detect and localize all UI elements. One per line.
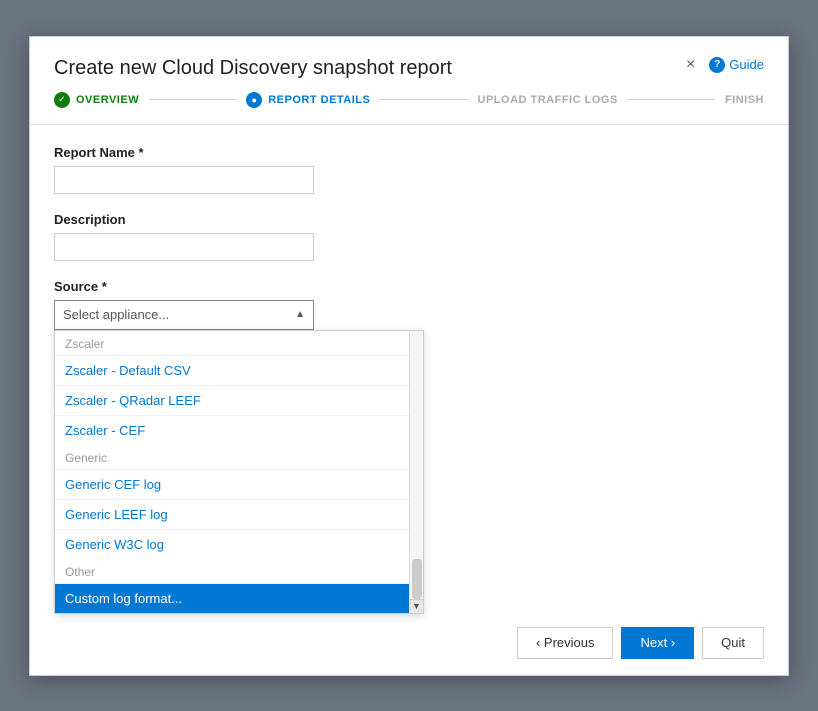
source-dropdown-placeholder: Select appliance... (63, 307, 169, 322)
step-line-2 (380, 99, 467, 100)
step-overview-label: OVERVIEW (76, 94, 139, 106)
step-report-details-icon: ● (246, 92, 262, 108)
dropdown-item-generic-w3c-log[interactable]: Generic W3C log (55, 529, 423, 559)
next-button[interactable]: Next › (621, 627, 694, 659)
previous-button[interactable]: ‹ Previous (517, 627, 614, 659)
step-report-details: ● REPORT DETAILS (246, 92, 370, 108)
guide-label: Guide (729, 57, 764, 72)
step-upload-traffic-logs: UPLOAD TRAFFIC LOGS (478, 94, 618, 106)
dropdown-item-generic-cef-log[interactable]: Generic CEF log (55, 469, 423, 499)
description-input[interactable] (54, 233, 314, 261)
dialog-header: Create new Cloud Discovery snapshot repo… (30, 37, 788, 92)
quit-button[interactable]: Quit (702, 627, 764, 659)
dialog-title: Create new Cloud Discovery snapshot repo… (54, 57, 452, 80)
report-name-input[interactable] (54, 166, 314, 194)
form-body: Report Name * Description Source * Selec… (30, 125, 788, 652)
guide-link[interactable]: ? Guide (709, 57, 764, 73)
step-upload-traffic-logs-label: UPLOAD TRAFFIC LOGS (478, 94, 618, 106)
source-group: Source * Select appliance... ▲ Zscaler Z… (54, 279, 764, 614)
header-right: × ? Guide (682, 57, 764, 73)
step-finish-label: FINISH (725, 94, 764, 106)
steps-bar: ✓ OVERVIEW ● REPORT DETAILS UPLOAD TRAFF… (30, 92, 788, 125)
chevron-up-icon: ▲ (295, 309, 305, 320)
source-dropdown-list: Zscaler Zscaler - Default CSV Zscaler - … (54, 330, 424, 614)
step-overview: ✓ OVERVIEW (54, 92, 139, 108)
source-label: Source * (54, 279, 764, 294)
dropdown-item-custom-log-format[interactable]: Custom log format... (55, 583, 423, 613)
dropdown-item-zscaler-qradar-leef[interactable]: Zscaler - QRadar LEEF (55, 385, 423, 415)
step-line-3 (628, 99, 715, 100)
step-overview-icon: ✓ (54, 92, 70, 108)
report-name-group: Report Name * (54, 145, 764, 194)
dialog-footer: ‹ Previous Next › Quit (30, 611, 788, 675)
description-label: Description (54, 212, 764, 227)
close-button[interactable]: × (682, 57, 699, 73)
step-line-1 (149, 99, 236, 100)
dropdown-item-generic-leef-log[interactable]: Generic LEEF log (55, 499, 423, 529)
scrollbar-down-arrow[interactable]: ▼ (410, 599, 424, 613)
group-header-generic: Generic (55, 445, 423, 469)
description-group: Description (54, 212, 764, 261)
scrollbar-thumb (412, 559, 422, 599)
group-header-other: Other (55, 559, 423, 583)
source-dropdown-trigger[interactable]: Select appliance... ▲ (54, 300, 314, 330)
step-report-details-label: REPORT DETAILS (268, 94, 370, 106)
dropdown-item-zscaler-default-csv[interactable]: Zscaler - Default CSV (55, 355, 423, 385)
step-finish: FINISH (725, 94, 764, 106)
report-name-label: Report Name * (54, 145, 764, 160)
guide-icon: ? (709, 57, 725, 73)
dropdown-inner: Zscaler Zscaler - Default CSV Zscaler - … (55, 331, 423, 613)
create-snapshot-dialog: Create new Cloud Discovery snapshot repo… (29, 36, 789, 676)
group-header-zscaler: Zscaler (55, 331, 423, 355)
dropdown-item-zscaler-cef[interactable]: Zscaler - CEF (55, 415, 423, 445)
dropdown-scrollbar: ▼ (409, 331, 423, 613)
